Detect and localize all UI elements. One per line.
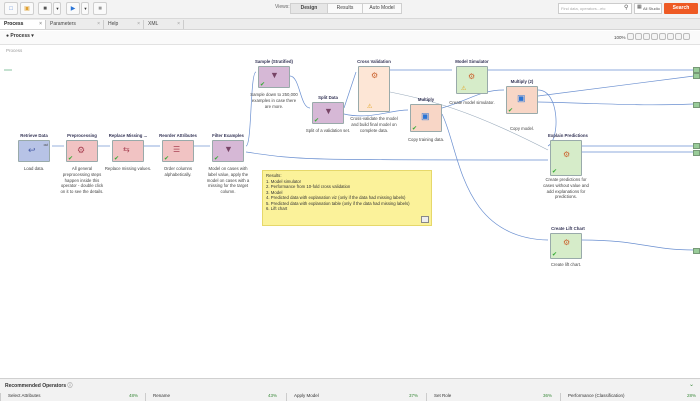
operator-box[interactable]: ⚙ ⚠: [456, 66, 488, 94]
result-port[interactable]: [693, 73, 700, 79]
note-resize-icon[interactable]: [421, 216, 429, 223]
operator-box[interactable]: ▼ ✔: [258, 66, 290, 88]
operator-title: Filter Examples: [212, 133, 244, 138]
recommended-item-pct: 43%: [267, 393, 277, 398]
operator-box[interactable]: ▣ ✔: [410, 104, 442, 132]
operator-description: Model on cases with label value, apply t…: [206, 166, 250, 195]
result-port[interactable]: [693, 248, 700, 254]
operator-title: Create Lift Chart: [551, 226, 585, 231]
explain-icon: ⚙: [563, 150, 571, 159]
multiply-icon: ▣: [517, 93, 526, 103]
operator-description: Load data.: [23, 166, 45, 171]
operator-title: Split Data: [318, 95, 338, 100]
multiply-icon: ▣: [421, 111, 430, 121]
operator-description: Create model simulator.: [449, 100, 495, 105]
check-icon: ✔: [552, 252, 558, 258]
operator-box[interactable]: ⚙ ⚠: [358, 66, 390, 112]
warning-icon: ⚠: [461, 86, 467, 92]
check-icon: ✔: [214, 156, 220, 162]
operator-description: Order columns alphabetically.: [163, 166, 193, 177]
operator-description: Cross-validate the model and build final…: [350, 116, 398, 133]
operator-box[interactable]: ↩ out: [18, 140, 50, 162]
recommended-item-pct: 37%: [408, 393, 418, 398]
recommended-heading: Recommended Operators ⓘ: [5, 382, 73, 389]
warning-icon: ⚠: [367, 104, 373, 110]
operator-description: All general preprocessing steps happen i…: [60, 166, 104, 195]
operator-description: Split of a validation set.: [305, 128, 351, 133]
operator-description: Copy model.: [509, 126, 535, 131]
check-icon: ✔: [314, 118, 320, 124]
operator-title: Model Simulator: [455, 59, 489, 64]
check-icon: ✔: [68, 156, 74, 162]
operator-box[interactable]: ▼ ✔: [312, 102, 344, 124]
subprocess-icon: ⚙: [77, 145, 86, 155]
validation-icon: ⚙: [371, 71, 379, 80]
operator-box[interactable]: ☰ ✔: [162, 140, 194, 162]
operator-title: Preprocessing: [67, 133, 97, 138]
operator-title: Multiply: [417, 97, 435, 102]
recommended-operators-panel: Recommended Operators ⓘ ⌄ Select Attribu…: [0, 378, 700, 401]
operator-box[interactable]: ⇆ ✔: [112, 140, 144, 162]
operator-title: Sample (Stratified): [255, 59, 293, 64]
recommended-item-label: Apply Model: [294, 393, 319, 398]
port-label: out: [43, 143, 48, 147]
operator-title: Reorder Attributes: [159, 133, 197, 138]
recommended-heading-label: Recommended Operators: [5, 383, 67, 389]
operator-description: Create predictions for cases without val…: [543, 177, 589, 200]
operator-box[interactable]: ⚙ ✔: [550, 140, 582, 176]
operator-title: Retrieve Data: [20, 133, 48, 138]
check-icon: ✔: [114, 156, 120, 162]
info-icon: ⓘ: [67, 383, 73, 389]
operator-description: Replace missing values.: [104, 166, 152, 171]
check-icon: ✔: [552, 169, 558, 175]
note-line: 6. Lift chart: [266, 206, 288, 211]
operator-description: Sample down to 250,000 examples in case …: [250, 92, 298, 109]
replace-icon: ⇆: [123, 145, 130, 154]
check-icon: ✔: [508, 108, 514, 114]
recommended-item-label: Set Role: [434, 393, 452, 398]
database-icon: ↩: [28, 145, 36, 155]
reorder-icon: ☰: [173, 145, 181, 154]
result-port[interactable]: [693, 143, 700, 149]
check-icon: ✔: [412, 126, 418, 132]
chevron-down-icon[interactable]: ⌄: [689, 381, 694, 388]
sample-icon: ▼: [270, 70, 279, 80]
recommended-item-pct: 28%: [686, 393, 696, 398]
note-line: 5. Predicted data with explanation table…: [266, 200, 410, 206]
note-line: 4. Predicted data with explanation viz (…: [266, 195, 406, 200]
split-icon: ▼: [324, 106, 333, 116]
operator-description: Copy training data.: [407, 137, 445, 142]
operator-description: Create lift chart.: [550, 262, 582, 267]
recommended-item-pct: 36%: [542, 393, 552, 398]
results-note[interactable]: Results: 1. Model simulator 2. Performan…: [262, 170, 432, 226]
recommended-item-label: Rename: [153, 393, 171, 398]
operator-box[interactable]: ⚙ ✔: [550, 233, 582, 259]
operator-box[interactable]: ⚙ ✔: [66, 140, 98, 162]
operator-title: Explain Predictions: [548, 133, 588, 138]
result-port[interactable]: [693, 150, 700, 156]
operator-title: Replace Missing ...: [108, 133, 148, 138]
filter-icon: ▼: [224, 144, 233, 154]
check-icon: ✔: [260, 82, 266, 88]
recommended-item-label: Performance (Classification): [568, 393, 625, 398]
result-port[interactable]: [693, 102, 700, 108]
lift-chart-icon: ⚙: [563, 238, 571, 247]
operator-box[interactable]: ▼ ✔: [212, 140, 244, 162]
simulator-icon: ⚙: [468, 72, 476, 81]
operator-title: Multiply (2): [510, 79, 534, 84]
operator-title: Cross Validation: [357, 59, 391, 64]
recommended-item-pct: 48%: [128, 393, 138, 398]
operator-box[interactable]: ▣ ✔: [506, 86, 538, 114]
recommended-item-label: Select Attributes: [8, 393, 41, 398]
check-icon: ✔: [164, 156, 170, 162]
